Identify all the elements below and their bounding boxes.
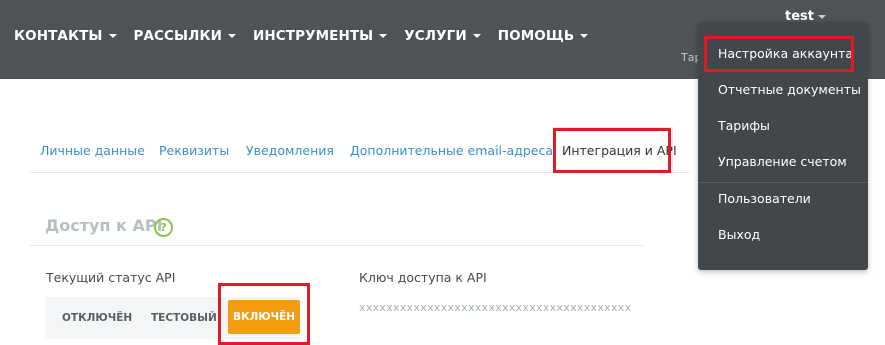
nav-services-label: УСЛУГИ (404, 28, 467, 44)
tab-additional-emails[interactable]: Дополнительные email-адреса (350, 143, 553, 158)
tab-personal-data[interactable]: Личные данные (40, 143, 145, 158)
nav-services[interactable]: УСЛУГИ (404, 28, 481, 44)
nav-mailings[interactable]: РАССЫЛКИ (133, 28, 236, 44)
menu-divider (698, 182, 868, 183)
chevron-down-icon (580, 34, 589, 38)
api-key-label: Ключ доступа к API (359, 270, 487, 285)
tab-notifications[interactable]: Уведомления (246, 143, 334, 158)
tab-requisites[interactable]: Реквизиты (159, 143, 229, 158)
status-disabled-option[interactable]: ОТКЛЮЧЁН (62, 312, 132, 324)
chevron-down-icon (228, 34, 236, 38)
menu-item-users[interactable]: Пользователи (718, 191, 811, 206)
highlight-box-status (218, 283, 310, 345)
section-divider (30, 245, 643, 246)
nav-mailings-label: РАССЫЛКИ (133, 28, 222, 44)
nav-tools[interactable]: ИНСТРУМЕНТЫ (253, 28, 388, 44)
section-title: Доступ к API (45, 216, 163, 235)
chevron-down-icon (108, 34, 117, 38)
status-test-option[interactable]: ТЕСТОВЫЙ (151, 312, 217, 324)
nav-contacts-label: КОНТАКТЫ (14, 28, 103, 44)
menu-item-account-management[interactable]: Управление счетом (718, 154, 847, 169)
highlight-box-menu (704, 36, 854, 72)
menu-item-report-documents[interactable]: Отчетные документы (718, 82, 861, 97)
chevron-down-icon (817, 14, 826, 19)
menu-item-logout[interactable]: Выход (718, 227, 760, 242)
api-key-value[interactable]: xxxxxxxxxxxxxxxxxxxxxxxxxxxxxxxxxxxxxxxx (359, 301, 631, 314)
nav-tools-label: ИНСТРУМЕНТЫ (253, 28, 374, 44)
chevron-down-icon (379, 34, 388, 38)
help-icon[interactable]: ? (154, 218, 173, 237)
nav-contacts[interactable]: КОНТАКТЫ (14, 28, 117, 44)
menu-item-tariffs[interactable]: Тарифы (718, 118, 770, 133)
main-nav: КОНТАКТЫ РАССЫЛКИ ИНСТРУМЕНТЫ УСЛУГИ ПОМ… (14, 28, 605, 44)
highlight-box-tab (553, 128, 671, 173)
nav-help[interactable]: ПОМОЩЬ (497, 28, 589, 44)
api-status-label: Текущий статус API (46, 270, 176, 285)
chevron-down-icon (472, 34, 481, 38)
nav-help-label: ПОМОЩЬ (497, 28, 575, 44)
